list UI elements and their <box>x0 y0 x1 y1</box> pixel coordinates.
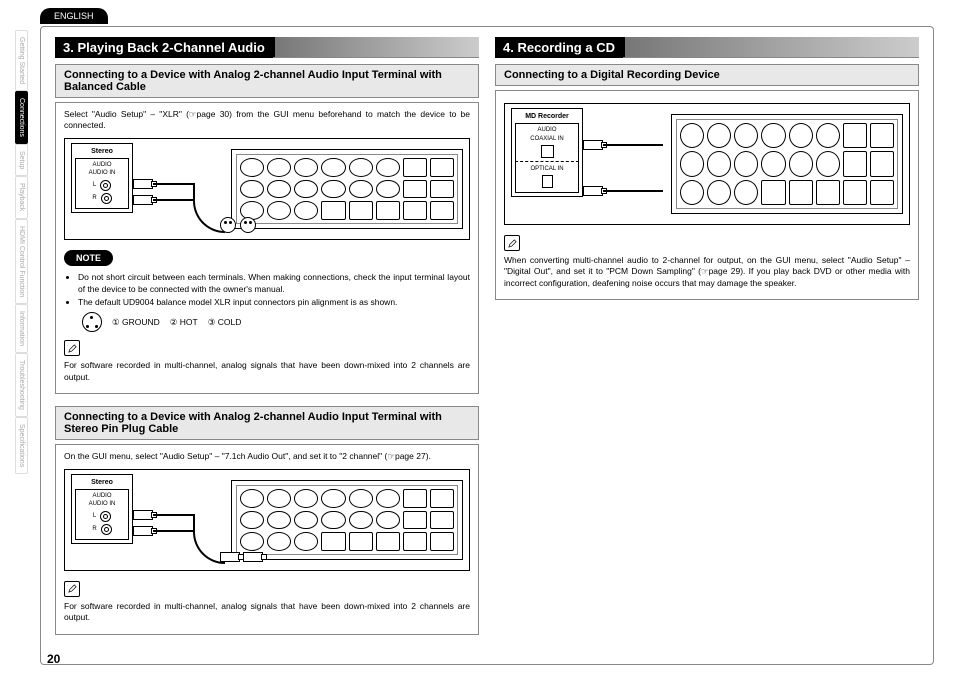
stereo-in-label: AUDIO IN <box>78 169 126 177</box>
md-title: MD Recorder <box>515 112 579 121</box>
coax-plug-icon <box>583 140 603 150</box>
stereo-audio-label: AUDIO <box>78 161 126 169</box>
l-label: L <box>93 181 96 189</box>
rca-plug-icon <box>133 510 153 520</box>
stereo-title: Stereo <box>75 147 129 156</box>
rear-panel <box>231 480 463 560</box>
section-title: 4. Recording a CD <box>495 37 623 58</box>
pin-3-label: COLD <box>218 317 242 327</box>
jack-r-icon <box>101 524 112 535</box>
right-column: 4. Recording a CD Connecting to a Digita… <box>495 37 919 647</box>
diagram-pinplug: Stereo AUDIO AUDIO IN L R <box>64 469 470 571</box>
pencil-note-icon <box>64 581 80 597</box>
pin-1-num: ① <box>112 317 120 327</box>
rca-plug-icon <box>243 552 263 562</box>
pin-3-num: ③ <box>208 317 216 327</box>
note-item: The default UD9004 balance model XLR inp… <box>78 297 470 308</box>
stereo-device: Stereo AUDIO AUDIO IN L R <box>71 143 133 213</box>
footer-text: When converting multi-channel audio to 2… <box>504 255 910 289</box>
pencil-note-icon <box>504 235 520 251</box>
rca-plug-icon <box>220 552 240 562</box>
optical-port-icon <box>542 175 553 188</box>
md-recorder-device: MD Recorder AUDIO COAXIAL IN OPTICAL IN <box>511 108 583 197</box>
xlr-plug-icon <box>220 217 236 233</box>
md-opt-label: OPTICAL IN <box>518 165 576 173</box>
side-tab-troubleshooting[interactable]: Troubleshooting <box>15 353 28 417</box>
box-pinplug: On the GUI menu, select "Audio Setup" – … <box>55 444 479 634</box>
side-nav: Getting Started Connections Setup Playba… <box>15 30 31 474</box>
pin-1-label: GROUND <box>122 317 160 327</box>
language-tab: ENGLISH <box>40 8 108 24</box>
side-tab-information[interactable]: Information <box>15 304 28 353</box>
xlr-pin-diagram-icon <box>82 312 102 332</box>
footer-text: For software recorded in multi-channel, … <box>64 601 470 624</box>
jack-r-icon <box>101 193 112 204</box>
stereo-title: Stereo <box>75 478 129 487</box>
diagram-balanced: Stereo AUDIO AUDIO IN L R <box>64 138 470 240</box>
rear-panel <box>231 149 463 229</box>
section-header-playback: 3. Playing Back 2-Channel Audio <box>55 37 479 58</box>
left-column: 3. Playing Back 2-Channel Audio Connecti… <box>55 37 479 647</box>
stereo-device: Stereo AUDIO AUDIO IN L R <box>71 474 133 544</box>
jack-l-icon <box>100 511 111 522</box>
coaxial-port-icon <box>541 145 554 158</box>
note-list: Do not short circuit between each termin… <box>64 272 470 308</box>
box-balanced: Select "Audio Setup" – "XLR" (☞page 30) … <box>55 102 479 394</box>
l-label: L <box>93 512 96 520</box>
side-tab-connections[interactable]: Connections <box>15 91 28 144</box>
section-header-recording: 4. Recording a CD <box>495 37 919 58</box>
note-badge: NOTE <box>64 250 113 266</box>
r-label: R <box>92 525 96 533</box>
rca-plug-icon <box>133 526 153 536</box>
section-title: 3. Playing Back 2-Channel Audio <box>55 37 273 58</box>
side-tab-specifications[interactable]: Specifications <box>15 417 28 474</box>
cable-plug-icon <box>133 179 153 189</box>
footer-text: For software recorded in multi-channel, … <box>64 360 470 383</box>
pin-2-num: ② <box>170 317 178 327</box>
md-coax-label: COAXIAL IN <box>518 135 576 143</box>
subheader-digital: Connecting to a Digital Recording Device <box>495 64 919 86</box>
side-tab-hdmi[interactable]: HDMI Control Function <box>15 219 28 304</box>
subheader-pinplug: Connecting to a Device with Analog 2-cha… <box>55 406 479 440</box>
side-tab-playback[interactable]: Playback <box>15 176 28 218</box>
page-frame: 3. Playing Back 2-Channel Audio Connecti… <box>40 26 934 665</box>
xlr-plug-icon <box>240 217 256 233</box>
stereo-audio-label: AUDIO <box>78 492 126 500</box>
r-label: R <box>92 194 96 202</box>
subheader-balanced: Connecting to a Device with Analog 2-cha… <box>55 64 479 98</box>
pencil-note-icon <box>64 340 80 356</box>
stereo-in-label: AUDIO IN <box>78 500 126 508</box>
pin-legend: ① GROUND ② HOT ③ COLD <box>82 312 470 332</box>
rear-panel <box>671 114 903 214</box>
md-audio-label: AUDIO <box>518 126 576 134</box>
side-tab-getting-started[interactable]: Getting Started <box>15 30 28 91</box>
box-digital: MD Recorder AUDIO COAXIAL IN OPTICAL IN <box>495 90 919 300</box>
intro-text: On the GUI menu, select "Audio Setup" – … <box>64 451 470 462</box>
diagram-digital: MD Recorder AUDIO COAXIAL IN OPTICAL IN <box>504 103 910 225</box>
pin-2-label: HOT <box>180 317 198 327</box>
intro-text: Select "Audio Setup" – "XLR" (☞page 30) … <box>64 109 470 132</box>
optical-plug-icon <box>583 186 603 196</box>
page-number: 20 <box>47 652 60 666</box>
note-item: Do not short circuit between each termin… <box>78 272 470 295</box>
side-tab-setup[interactable]: Setup <box>15 144 28 176</box>
jack-l-icon <box>100 180 111 191</box>
cable-plug-icon <box>133 195 153 205</box>
